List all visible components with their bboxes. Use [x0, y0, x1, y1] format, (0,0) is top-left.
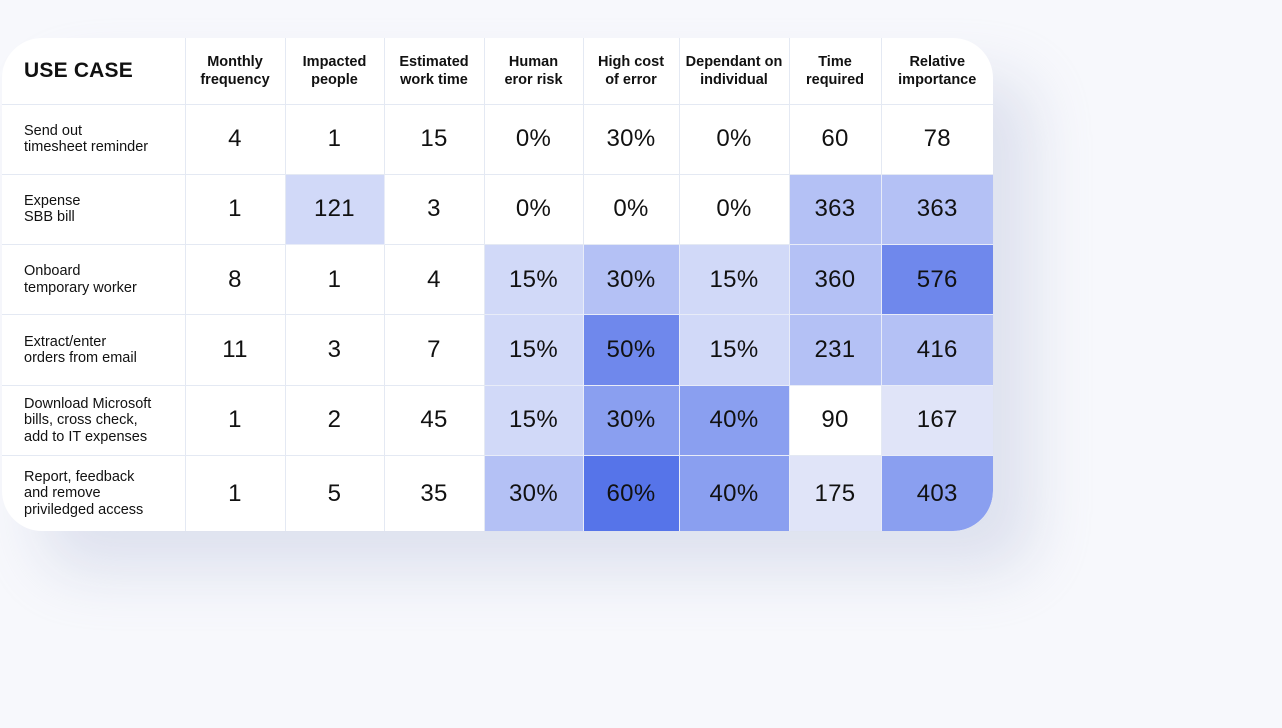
heatmap-cell: 4 [383, 244, 485, 316]
heatmap-cell: 0% [678, 103, 790, 175]
heatmap-cell: 1 [184, 173, 286, 246]
heatmap-cell: 1 [184, 455, 286, 531]
heatmap-cell: 60 [788, 103, 882, 175]
heatmap-cell: 167 [880, 384, 993, 457]
heatmap-cell: 4 [184, 103, 286, 175]
heatmap-cell: 416 [880, 314, 993, 386]
heatmap-cell: 30% [483, 455, 584, 531]
heatmap-cell: 363 [880, 173, 993, 246]
header-row: USE CASE Monthly frequency Impacted people… [2, 38, 993, 105]
table-row: Download Microsoft bills, cross check, a… [2, 384, 993, 457]
column-header: Impacted people [284, 38, 385, 105]
heatmap-cell: 8 [184, 244, 286, 316]
use-case-label: Extract/enter orders from email [2, 314, 186, 386]
table-row: Report, feedback and remove priviledged … [2, 455, 993, 531]
table-row: Expense SBB bill 1 121 3 0% 0% 0% 363 363 [2, 173, 993, 246]
column-header: Estimated work time [383, 38, 485, 105]
heatmap-cell: 360 [788, 244, 882, 316]
use-case-label: Send out timesheet reminder [2, 103, 186, 175]
heatmap-cell: 0% [678, 173, 790, 246]
use-case-label: Onboard temporary worker [2, 244, 186, 316]
heatmap-cell: 175 [788, 455, 882, 531]
heatmap-cell: 11 [184, 314, 286, 386]
heatmap-cell: 60% [582, 455, 680, 531]
heatmap-cell: 1 [284, 103, 385, 175]
heatmap-cell: 1 [184, 384, 286, 457]
heatmap-cell: 3 [284, 314, 385, 386]
heatmap-cell: 3 [383, 173, 485, 246]
heatmap-cell: 15 [383, 103, 485, 175]
heatmap-cell: 35 [383, 455, 485, 531]
column-header: Human eror risk [483, 38, 584, 105]
heatmap-cell: 231 [788, 314, 882, 386]
heatmap-cell: 403 [880, 455, 993, 531]
column-header: Dependant on individual [678, 38, 790, 105]
heatmap-cell: 15% [483, 314, 584, 386]
heatmap-cell: 0% [483, 103, 584, 175]
heatmap-cell: 2 [284, 384, 385, 457]
table-title: USE CASE [2, 38, 186, 105]
heatmap-cell: 15% [678, 314, 790, 386]
use-case-heatmap-card: USE CASE Monthly frequency Impacted people… [2, 38, 993, 531]
heatmap-cell: 576 [880, 244, 993, 316]
heatmap-cell: 50% [582, 314, 680, 386]
use-case-label: Report, feedback and remove priviledged … [2, 455, 186, 531]
heatmap-cell: 1 [284, 244, 385, 316]
column-header: Monthly frequency [184, 38, 286, 105]
heatmap-cell: 45 [383, 384, 485, 457]
use-case-table: USE CASE Monthly frequency Impacted people… [2, 38, 993, 531]
heatmap-cell: 15% [483, 384, 584, 457]
table-row: Send out timesheet reminder 4 1 15 0% 30% 0% 60… [2, 103, 993, 175]
heatmap-cell: 0% [582, 173, 680, 246]
heatmap-cell: 40% [678, 384, 790, 457]
heatmap-cell: 30% [582, 244, 680, 316]
heatmap-cell: 30% [582, 384, 680, 457]
column-header: High cost of error [582, 38, 680, 105]
heatmap-cell: 78 [880, 103, 993, 175]
heatmap-cell: 40% [678, 455, 790, 531]
table-row: Extract/enter orders from email 11 3 7 15% 50… [2, 314, 993, 386]
column-header: Time required [788, 38, 882, 105]
heatmap-cell: 15% [483, 244, 584, 316]
heatmap-cell: 121 [284, 173, 385, 246]
heatmap-cell: 90 [788, 384, 882, 457]
heatmap-cell: 363 [788, 173, 882, 246]
column-header: Relative importance [880, 38, 993, 105]
heatmap-cell: 15% [678, 244, 790, 316]
heatmap-cell: 5 [284, 455, 385, 531]
heatmap-cell: 0% [483, 173, 584, 246]
use-case-label: Download Microsoft bills, cross check, a… [2, 384, 186, 457]
heatmap-cell: 7 [383, 314, 485, 386]
heatmap-cell: 30% [582, 103, 680, 175]
table-row: Onboard temporary worker 8 1 4 15% 30% 15% 360 5… [2, 244, 993, 316]
use-case-label: Expense SBB bill [2, 173, 186, 246]
